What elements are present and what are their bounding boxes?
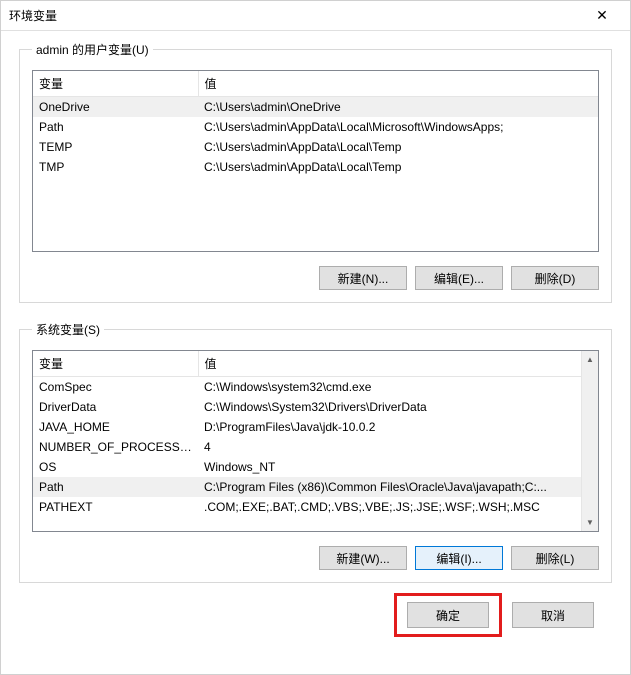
cell-value: C:\Windows\System32\Drivers\DriverData	[198, 397, 581, 417]
col-header-variable[interactable]: 变量	[33, 71, 198, 97]
col-header-variable[interactable]: 变量	[33, 351, 198, 377]
user-vars-buttons: 新建(N)... 编辑(E)... 删除(D)	[32, 266, 599, 290]
table-row[interactable]: TEMPC:\Users\admin\AppData\Local\Temp	[33, 137, 598, 157]
cell-value: C:\Windows\system32\cmd.exe	[198, 377, 581, 398]
user-vars-table[interactable]: 变量 值 OneDriveC:\Users\admin\OneDrivePath…	[33, 71, 598, 177]
cell-value: C:\Users\admin\AppData\Local\Microsoft\W…	[198, 117, 598, 137]
window-body: admin 的用户变量(U) 变量 值 OneDriveC:\Users\adm…	[1, 31, 630, 674]
table-row[interactable]: OneDriveC:\Users\admin\OneDrive	[33, 97, 598, 118]
scrollbar[interactable]: ▲ ▼	[581, 351, 598, 531]
cell-variable: TEMP	[33, 137, 198, 157]
user-delete-button[interactable]: 删除(D)	[511, 266, 599, 290]
table-row[interactable]: ComSpecC:\Windows\system32\cmd.exe	[33, 377, 581, 398]
system-vars-group: 系统变量(S) 变量 值 ComSpecC:\Windows\system32\…	[19, 321, 612, 583]
col-header-value[interactable]: 值	[198, 71, 598, 97]
cell-variable: TMP	[33, 157, 198, 177]
window-title: 环境变量	[9, 7, 582, 24]
cell-variable: Path	[33, 117, 198, 137]
cell-variable: OneDrive	[33, 97, 198, 118]
table-row[interactable]: PathC:\Users\admin\AppData\Local\Microso…	[33, 117, 598, 137]
user-vars-table-box: 变量 值 OneDriveC:\Users\admin\OneDrivePath…	[32, 70, 599, 252]
cell-value: Windows_NT	[198, 457, 581, 477]
cancel-button[interactable]: 取消	[512, 602, 594, 628]
ok-highlight-box: 确定	[394, 593, 502, 637]
cell-value: C:\Users\admin\AppData\Local\Temp	[198, 137, 598, 157]
cell-variable: DriverData	[33, 397, 198, 417]
user-vars-group: admin 的用户变量(U) 变量 值 OneDriveC:\Users\adm…	[19, 41, 612, 303]
cell-variable: OS	[33, 457, 198, 477]
cell-variable: ComSpec	[33, 377, 198, 398]
system-vars-legend: 系统变量(S)	[32, 321, 104, 338]
close-icon[interactable]: ✕	[582, 1, 622, 31]
user-vars-legend: admin 的用户变量(U)	[32, 41, 153, 58]
table-row[interactable]: DriverDataC:\Windows\System32\Drivers\Dr…	[33, 397, 581, 417]
env-vars-window: 环境变量 ✕ admin 的用户变量(U) 变量 值 OneDriveC:\Us…	[0, 0, 631, 675]
system-edit-button[interactable]: 编辑(I)...	[415, 546, 503, 570]
scroll-up-icon[interactable]: ▲	[582, 351, 598, 368]
ok-button[interactable]: 确定	[407, 602, 489, 628]
system-delete-button[interactable]: 删除(L)	[511, 546, 599, 570]
titlebar: 环境变量 ✕	[1, 1, 630, 31]
table-row[interactable]: PATHEXT.COM;.EXE;.BAT;.CMD;.VBS;.VBE;.JS…	[33, 497, 581, 517]
dialog-footer: 确定 取消	[19, 587, 612, 655]
cell-value: C:\Users\admin\AppData\Local\Temp	[198, 157, 598, 177]
system-vars-table[interactable]: 变量 值 ComSpecC:\Windows\system32\cmd.exeD…	[33, 351, 581, 517]
table-row[interactable]: OSWindows_NT	[33, 457, 581, 477]
table-row[interactable]: NUMBER_OF_PROCESSORS4	[33, 437, 581, 457]
cell-value: C:\Users\admin\OneDrive	[198, 97, 598, 118]
cell-variable: NUMBER_OF_PROCESSORS	[33, 437, 198, 457]
system-vars-buttons: 新建(W)... 编辑(I)... 删除(L)	[32, 546, 599, 570]
user-edit-button[interactable]: 编辑(E)...	[415, 266, 503, 290]
table-row[interactable]: TMPC:\Users\admin\AppData\Local\Temp	[33, 157, 598, 177]
table-row[interactable]: JAVA_HOMED:\ProgramFiles\Java\jdk-10.0.2	[33, 417, 581, 437]
col-header-value[interactable]: 值	[198, 351, 581, 377]
cell-value: C:\Program Files (x86)\Common Files\Orac…	[198, 477, 581, 497]
cell-variable: JAVA_HOME	[33, 417, 198, 437]
user-new-button[interactable]: 新建(N)...	[319, 266, 407, 290]
scroll-down-icon[interactable]: ▼	[582, 514, 598, 531]
cell-value: 4	[198, 437, 581, 457]
cell-variable: Path	[33, 477, 198, 497]
cell-value: D:\ProgramFiles\Java\jdk-10.0.2	[198, 417, 581, 437]
system-vars-table-box: 变量 值 ComSpecC:\Windows\system32\cmd.exeD…	[32, 350, 599, 532]
table-row[interactable]: PathC:\Program Files (x86)\Common Files\…	[33, 477, 581, 497]
system-new-button[interactable]: 新建(W)...	[319, 546, 407, 570]
cell-variable: PATHEXT	[33, 497, 198, 517]
cell-value: .COM;.EXE;.BAT;.CMD;.VBS;.VBE;.JS;.JSE;.…	[198, 497, 581, 517]
